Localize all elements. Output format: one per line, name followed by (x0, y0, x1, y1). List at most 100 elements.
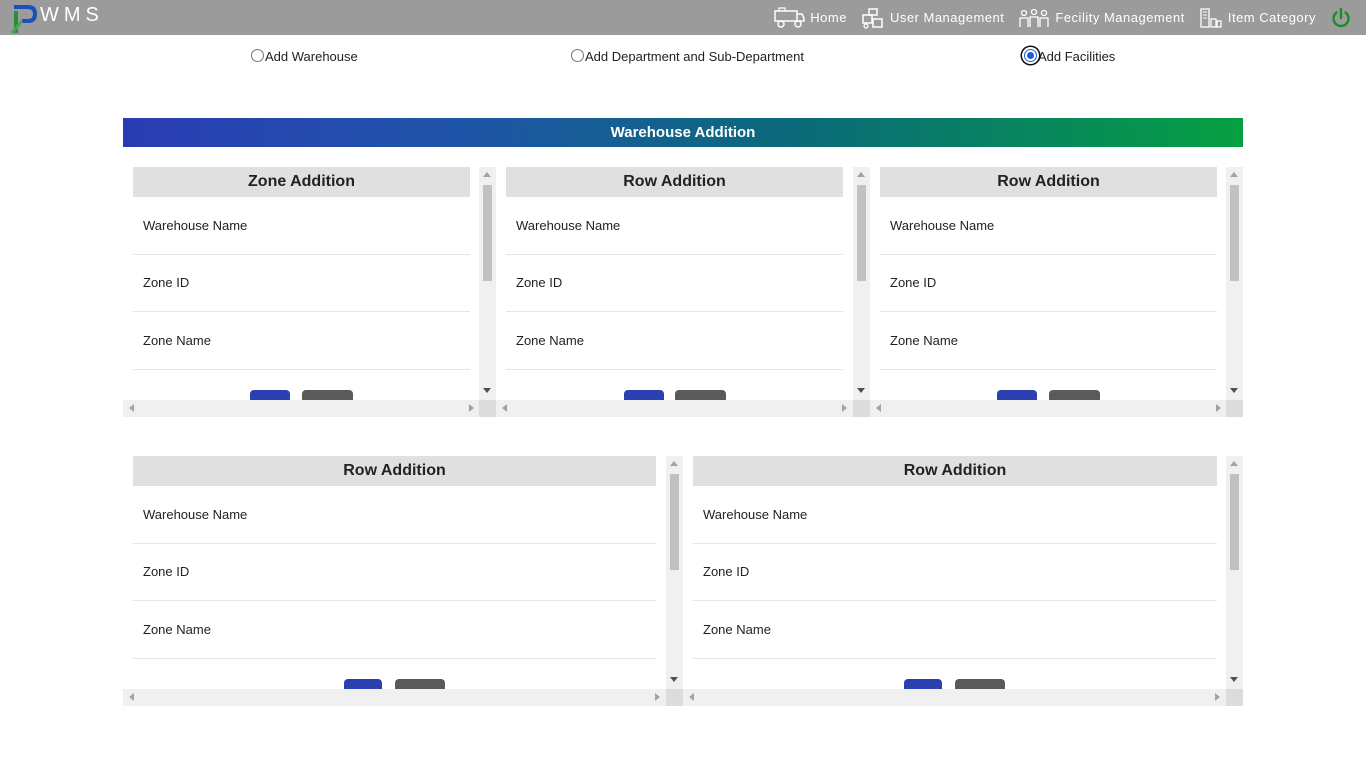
scroll-right-icon[interactable] (1216, 404, 1221, 412)
panel-row-addition-2: Row Addition Warehouse Name Zone ID Zone… (870, 167, 1243, 417)
scroll-right-icon[interactable] (655, 693, 660, 701)
field-warehouse-name[interactable]: Warehouse Name (133, 197, 470, 255)
button-group (133, 370, 470, 400)
scroll-thumb[interactable] (670, 474, 679, 570)
scroll-thumb[interactable] (483, 185, 492, 281)
radio-label: Add Facilities (1038, 49, 1116, 64)
save-button[interactable] (997, 389, 1037, 400)
vertical-scrollbar[interactable] (853, 167, 870, 400)
save-button[interactable] (344, 678, 382, 689)
save-button[interactable] (904, 678, 942, 689)
vertical-scrollbar[interactable] (666, 456, 683, 689)
nav-facility-management[interactable]: Fecility Management (1018, 7, 1184, 29)
horizontal-scrollbar[interactable] (496, 400, 853, 417)
scroll-up-icon[interactable] (483, 172, 491, 177)
field-zone-id[interactable]: Zone ID (133, 544, 656, 601)
horizontal-scrollbar[interactable] (683, 689, 1226, 706)
logout-button[interactable] (1330, 7, 1352, 29)
logo[interactable]: WMS (10, 3, 104, 34)
radio-add-warehouse[interactable]: Add Warehouse (251, 49, 358, 64)
scroll-right-icon[interactable] (469, 404, 474, 412)
top-navigation-bar: WMS Home User Management Fecility Manage… (0, 0, 1366, 35)
scroll-right-icon[interactable] (1215, 693, 1220, 701)
radio-button[interactable] (251, 49, 264, 62)
field-zone-id[interactable]: Zone ID (133, 255, 470, 312)
nav-item-category-label: Item Category (1227, 10, 1316, 25)
field-warehouse-name[interactable]: Warehouse Name (506, 197, 843, 255)
field-zone-name[interactable]: Zone Name (133, 312, 470, 370)
scroll-up-icon[interactable] (1230, 461, 1238, 466)
cancel-button[interactable] (675, 389, 726, 400)
scroll-up-icon[interactable] (857, 172, 865, 177)
button-group (133, 659, 656, 689)
logo-mark-icon (10, 3, 38, 34)
home-vehicle-icon (774, 6, 805, 28)
button-group (880, 370, 1217, 400)
scroll-left-icon[interactable] (876, 404, 881, 412)
field-zone-name[interactable]: Zone Name (133, 601, 656, 659)
radio-label: Add Department and Sub-Department (585, 49, 804, 64)
item-category-icon (1200, 7, 1222, 28)
cancel-button[interactable] (955, 678, 1005, 689)
panel-row-addition-1: Row Addition Warehouse Name Zone ID Zone… (496, 167, 870, 417)
field-zone-id[interactable]: Zone ID (693, 544, 1217, 601)
vertical-scrollbar[interactable] (1226, 167, 1243, 400)
radio-add-facilities[interactable]: Add Facilities (1024, 49, 1115, 64)
scroll-right-icon[interactable] (842, 404, 847, 412)
vertical-scrollbar[interactable] (1226, 456, 1243, 689)
field-zone-name[interactable]: Zone Name (693, 601, 1217, 659)
cancel-button[interactable] (1049, 389, 1100, 400)
horizontal-scrollbar[interactable] (123, 689, 666, 706)
scroll-thumb[interactable] (1230, 474, 1239, 570)
field-zone-id[interactable]: Zone ID (506, 255, 843, 312)
panel-row-addition-4: Row Addition Warehouse Name Zone ID Zone… (683, 456, 1243, 706)
cancel-button[interactable] (302, 389, 353, 400)
scroll-left-icon[interactable] (129, 693, 134, 701)
panel-zone-addition: Zone Addition Warehouse Name Zone ID Zon… (123, 167, 496, 417)
radio-add-department[interactable]: Add Department and Sub-Department (571, 49, 804, 64)
scroll-thumb[interactable] (1230, 185, 1239, 281)
field-warehouse-name[interactable]: Warehouse Name (880, 197, 1217, 255)
scroll-down-icon[interactable] (670, 677, 678, 682)
horizontal-scrollbar[interactable] (123, 400, 479, 417)
scroll-left-icon[interactable] (129, 404, 134, 412)
radio-button-checked[interactable] (1024, 49, 1037, 62)
scroll-corner (666, 689, 683, 706)
scroll-thumb[interactable] (857, 185, 866, 281)
facility-management-icon (1019, 8, 1050, 27)
main-nav: Home User Management Fecility Management (773, 0, 1366, 35)
button-group (506, 370, 843, 400)
scroll-down-icon[interactable] (1230, 677, 1238, 682)
power-icon (1332, 7, 1350, 27)
card-title: Zone Addition (133, 167, 470, 197)
scroll-corner (1226, 400, 1243, 417)
scroll-left-icon[interactable] (689, 693, 694, 701)
field-warehouse-name[interactable]: Warehouse Name (133, 486, 656, 544)
nav-item-category[interactable]: Item Category (1199, 7, 1316, 29)
radio-button[interactable] (571, 49, 584, 62)
field-warehouse-name[interactable]: Warehouse Name (693, 486, 1217, 544)
field-zone-id[interactable]: Zone ID (880, 255, 1217, 312)
nav-user-management[interactable]: User Management (861, 7, 1004, 29)
scroll-corner (853, 400, 870, 417)
save-button[interactable] (250, 389, 290, 400)
save-button[interactable] (624, 389, 664, 400)
nav-facility-management-label: Fecility Management (1055, 10, 1185, 25)
nav-user-management-label: User Management (889, 10, 1005, 25)
button-group (693, 659, 1217, 689)
vertical-scrollbar[interactable] (479, 167, 496, 400)
scroll-down-icon[interactable] (1230, 388, 1238, 393)
scroll-left-icon[interactable] (502, 404, 507, 412)
scroll-down-icon[interactable] (483, 388, 491, 393)
card-title: Row Addition (133, 456, 656, 486)
nav-home-label: Home (810, 10, 847, 25)
scroll-down-icon[interactable] (857, 388, 865, 393)
scroll-up-icon[interactable] (670, 461, 678, 466)
nav-home[interactable]: Home (773, 6, 847, 29)
horizontal-scrollbar[interactable] (870, 400, 1226, 417)
scroll-up-icon[interactable] (1230, 172, 1238, 177)
field-zone-name[interactable]: Zone Name (506, 312, 843, 370)
panel-row-addition-3: Row Addition Warehouse Name Zone ID Zone… (123, 456, 683, 706)
field-zone-name[interactable]: Zone Name (880, 312, 1217, 370)
cancel-button[interactable] (395, 678, 445, 689)
